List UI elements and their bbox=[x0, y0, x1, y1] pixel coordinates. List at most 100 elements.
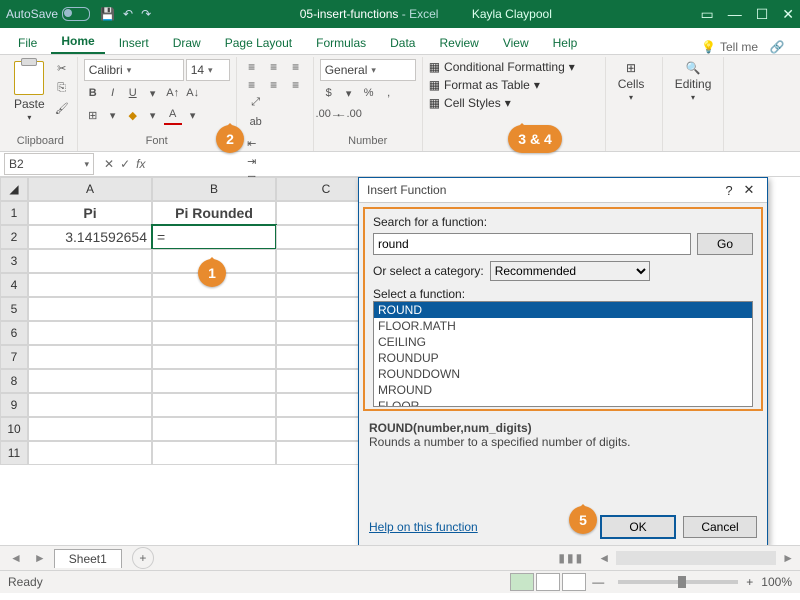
bold-button[interactable]: B bbox=[84, 84, 102, 102]
font-size-combo[interactable]: 14▾ bbox=[186, 59, 230, 81]
fx-icon[interactable]: fx bbox=[136, 157, 145, 171]
paste-button[interactable]: Paste▾ bbox=[10, 59, 49, 124]
zoom-out-icon[interactable]: — bbox=[592, 575, 604, 589]
tab-review[interactable]: Review bbox=[429, 32, 488, 54]
new-sheet-icon[interactable]: + bbox=[132, 547, 154, 569]
tab-file[interactable]: File bbox=[8, 32, 47, 54]
help-link[interactable]: Help on this function bbox=[369, 520, 478, 534]
align-left-icon[interactable]: ≡ bbox=[243, 77, 261, 93]
tab-home[interactable]: Home bbox=[51, 30, 104, 54]
tab-page-layout[interactable]: Page Layout bbox=[215, 32, 302, 54]
align-top-icon[interactable]: ≡ bbox=[243, 59, 261, 75]
ok-button[interactable]: OK bbox=[601, 516, 675, 538]
ribbon-options-icon[interactable]: ▭ bbox=[700, 6, 713, 23]
underline-button[interactable]: U bbox=[124, 84, 142, 102]
go-button[interactable]: Go bbox=[697, 233, 753, 255]
tab-draw[interactable]: Draw bbox=[163, 32, 211, 54]
tab-nav-next-icon[interactable]: ► bbox=[30, 551, 50, 565]
cells-button[interactable]: ⊞Cells▾ bbox=[612, 59, 651, 104]
cancel-button[interactable]: Cancel bbox=[683, 516, 757, 538]
font-name-combo[interactable]: Calibri▾ bbox=[84, 59, 184, 81]
list-item[interactable]: ROUNDDOWN bbox=[374, 366, 752, 382]
cell-a2[interactable]: 3.141592654 bbox=[28, 225, 152, 249]
wrap-text-icon[interactable]: ab bbox=[247, 113, 265, 131]
align-middle-icon[interactable]: ≡ bbox=[265, 59, 283, 75]
italic-button[interactable]: I bbox=[104, 84, 122, 102]
enter-formula-icon[interactable]: ✓ bbox=[120, 157, 130, 171]
tab-insert[interactable]: Insert bbox=[109, 32, 159, 54]
table-icon: ▦ bbox=[429, 78, 440, 92]
format-as-table-button[interactable]: ▦ Format as Table ▾ bbox=[429, 77, 540, 93]
number-format-combo[interactable]: General▾ bbox=[320, 59, 416, 81]
list-item[interactable]: ROUNDUP bbox=[374, 350, 752, 366]
maximize-icon[interactable]: ☐ bbox=[756, 6, 769, 23]
save-icon[interactable]: 💾 bbox=[100, 7, 115, 21]
formula-bar: B2▾ ✕ ✓ fx bbox=[0, 152, 800, 177]
undo-icon[interactable]: ↶ bbox=[123, 7, 133, 21]
close-icon[interactable]: ✕ bbox=[782, 6, 794, 23]
zoom-level[interactable]: 100% bbox=[761, 575, 792, 589]
cancel-formula-icon[interactable]: ✕ bbox=[104, 157, 114, 171]
dialog-close-icon[interactable]: ✕ bbox=[739, 182, 759, 198]
percent-icon[interactable]: % bbox=[360, 84, 378, 102]
zoom-in-icon[interactable]: + bbox=[746, 575, 753, 589]
tab-nav-prev-icon[interactable]: ◄ bbox=[6, 551, 26, 565]
conditional-formatting-button[interactable]: ▦ Conditional Formatting ▾ bbox=[429, 59, 575, 75]
select-all-corner[interactable]: ◢ bbox=[0, 177, 28, 201]
minimize-icon[interactable]: — bbox=[728, 6, 742, 23]
function-list[interactable]: ROUND FLOOR.MATH CEILING ROUNDUP ROUNDDO… bbox=[373, 301, 753, 407]
increase-indent-icon[interactable]: ⇥ bbox=[243, 152, 261, 170]
name-box[interactable]: B2▾ bbox=[4, 153, 94, 175]
font-color-icon[interactable]: A bbox=[164, 105, 182, 125]
align-right-icon[interactable]: ≡ bbox=[287, 77, 305, 93]
align-center-icon[interactable]: ≡ bbox=[265, 77, 283, 93]
cut-icon[interactable]: ✂ bbox=[53, 59, 71, 77]
format-painter-icon[interactable]: 🖌 bbox=[53, 99, 71, 117]
col-header-b[interactable]: B bbox=[152, 177, 276, 201]
share-button[interactable]: 🔗 bbox=[762, 40, 792, 54]
currency-icon[interactable]: $ bbox=[320, 84, 338, 102]
copy-icon[interactable]: ⎘ bbox=[53, 79, 71, 97]
increase-font-icon[interactable]: A↑ bbox=[164, 84, 182, 102]
borders-icon[interactable]: ⊞ bbox=[84, 106, 102, 124]
cell-styles-button[interactable]: ▦ Cell Styles ▾ bbox=[429, 95, 511, 111]
help-icon[interactable]: ? bbox=[719, 183, 739, 198]
list-item[interactable]: CEILING bbox=[374, 334, 752, 350]
scroll-right-icon[interactable]: ► bbox=[782, 551, 794, 565]
align-bottom-icon[interactable]: ≡ bbox=[287, 59, 305, 75]
comma-icon[interactable]: , bbox=[380, 84, 398, 102]
row-header[interactable]: 1 bbox=[0, 201, 28, 225]
orientation-icon[interactable]: ⤢ bbox=[247, 93, 265, 111]
tab-data[interactable]: Data bbox=[380, 32, 425, 54]
scroll-left-icon[interactable]: ◄ bbox=[598, 551, 610, 565]
category-select[interactable]: Recommended bbox=[490, 261, 650, 281]
col-header-a[interactable]: A bbox=[28, 177, 152, 201]
page-layout-view-icon[interactable] bbox=[536, 573, 560, 591]
decrease-decimal-icon[interactable]: ←.00 bbox=[340, 105, 358, 123]
list-item[interactable]: FLOOR bbox=[374, 398, 752, 407]
list-item[interactable]: FLOOR.MATH bbox=[374, 318, 752, 334]
cell-a1[interactable]: Pi bbox=[28, 201, 152, 225]
page-break-view-icon[interactable] bbox=[562, 573, 586, 591]
list-item[interactable]: MROUND bbox=[374, 382, 752, 398]
decrease-font-icon[interactable]: A↓ bbox=[184, 84, 202, 102]
ribbon-tabs: File Home Insert Draw Page Layout Formul… bbox=[0, 28, 800, 55]
tell-me[interactable]: 💡Tell me bbox=[701, 40, 758, 54]
list-item[interactable]: ROUND bbox=[374, 302, 752, 318]
tab-formulas[interactable]: Formulas bbox=[306, 32, 376, 54]
row-header[interactable]: 2 bbox=[0, 225, 28, 249]
editing-button[interactable]: 🔍Editing▾ bbox=[669, 59, 718, 104]
cell-b2[interactable]: = bbox=[152, 225, 276, 249]
normal-view-icon[interactable] bbox=[510, 573, 534, 591]
zoom-slider[interactable] bbox=[618, 580, 738, 584]
tab-view[interactable]: View bbox=[493, 32, 539, 54]
decrease-indent-icon[interactable]: ⇤ bbox=[243, 134, 261, 152]
cell-b1[interactable]: Pi Rounded bbox=[152, 201, 276, 225]
search-input[interactable] bbox=[373, 233, 691, 255]
redo-icon[interactable]: ↷ bbox=[141, 7, 151, 21]
fill-color-icon[interactable]: ◆ bbox=[124, 106, 142, 124]
autosave-toggle[interactable]: AutoSave bbox=[6, 7, 90, 21]
group-cells: ⊞Cells▾ bbox=[606, 57, 663, 151]
sheet-tab[interactable]: Sheet1 bbox=[54, 549, 122, 568]
tab-help[interactable]: Help bbox=[543, 32, 588, 54]
